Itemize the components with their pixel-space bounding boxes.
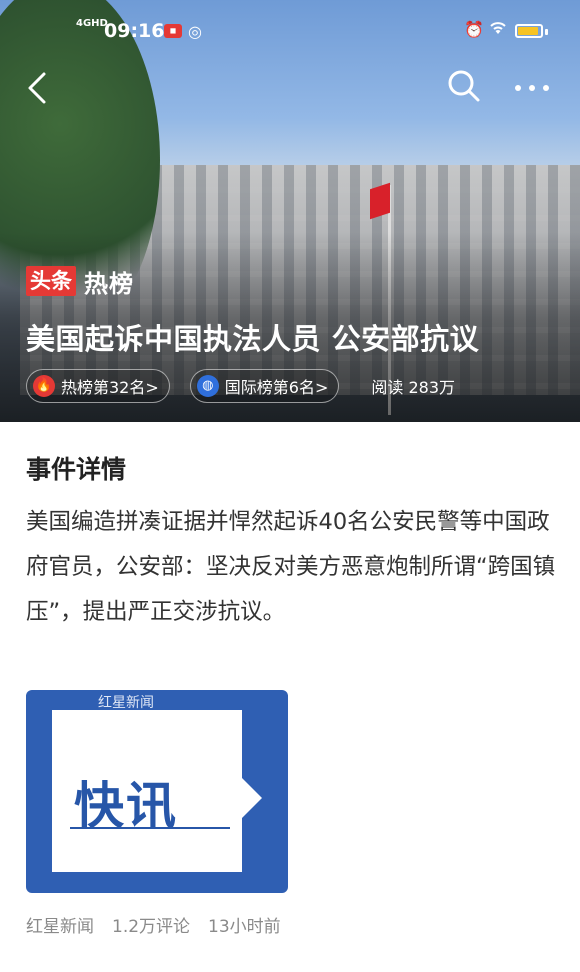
news-meta: 红星新闻 1.2万评论 13小时前 <box>26 912 299 937</box>
more-button[interactable] <box>510 74 554 102</box>
news-source[interactable]: 红星新闻 <box>26 912 94 937</box>
hot-list-rank-chip[interactable]: 🔥 热榜第32名> <box>26 369 170 403</box>
read-count: 阅读 283万 <box>371 378 456 397</box>
card-brand-text: 红星新闻 <box>98 695 154 711</box>
wifi-icon <box>488 20 508 40</box>
status-time: 09:16 <box>104 20 165 42</box>
search-button[interactable] <box>444 66 484 106</box>
hot-list-title: 热榜 <box>84 269 134 298</box>
fire-icon: 🔥 <box>33 375 55 397</box>
battery-icon <box>515 24 543 38</box>
news-card-thumbnail[interactable]: 红星新闻 快讯 <box>26 690 288 893</box>
international-rank-label: 国际榜第6名> <box>224 378 329 397</box>
ranking-chips: 🔥 热榜第32名> ◍ 国际榜第6名> 阅读 283万 <box>26 368 455 404</box>
international-rank-chip[interactable]: ◍ 国际榜第6名> <box>189 369 340 403</box>
publish-time: 13小时前 <box>208 917 281 937</box>
notification-app-icon: ◼ <box>164 24 182 38</box>
more-icon <box>515 85 549 91</box>
search-icon <box>448 70 480 102</box>
notification-app2-icon: ◎ <box>188 22 202 41</box>
back-button[interactable] <box>20 68 60 108</box>
battery-tip <box>545 29 548 35</box>
event-description: 美国编造拼凑证据并悍然起诉40名公安民警等中国政府官员，公安部：坚决反对美方恶意… <box>26 509 556 625</box>
section-title: 事件详情 <box>26 455 127 484</box>
hot-list-rank-label: 热榜第32名> <box>61 378 159 397</box>
page-title: 美国起诉中国执法人员 公安部抗议 <box>26 322 480 356</box>
comment-count[interactable]: 1.2万评论 <box>112 912 190 937</box>
status-bar: 4GHD 09:16 ◼ ◎ ⏰ <box>0 16 580 46</box>
card-arrow <box>240 776 262 820</box>
alarm-icon: ⏰ <box>464 20 484 39</box>
toutiao-logo: 头条 <box>26 266 76 296</box>
hot-list-brand: 头条 热榜 <box>26 264 134 298</box>
battery-level <box>518 27 538 35</box>
hero-banner: 4GHD 09:16 ◼ ◎ ⏰ 头条 热榜 美国起诉中国执法人员 公安部抗议 … <box>0 0 580 422</box>
chevron-left-icon <box>28 72 46 104</box>
globe-icon: ◍ <box>196 375 219 397</box>
card-underline <box>70 827 230 829</box>
